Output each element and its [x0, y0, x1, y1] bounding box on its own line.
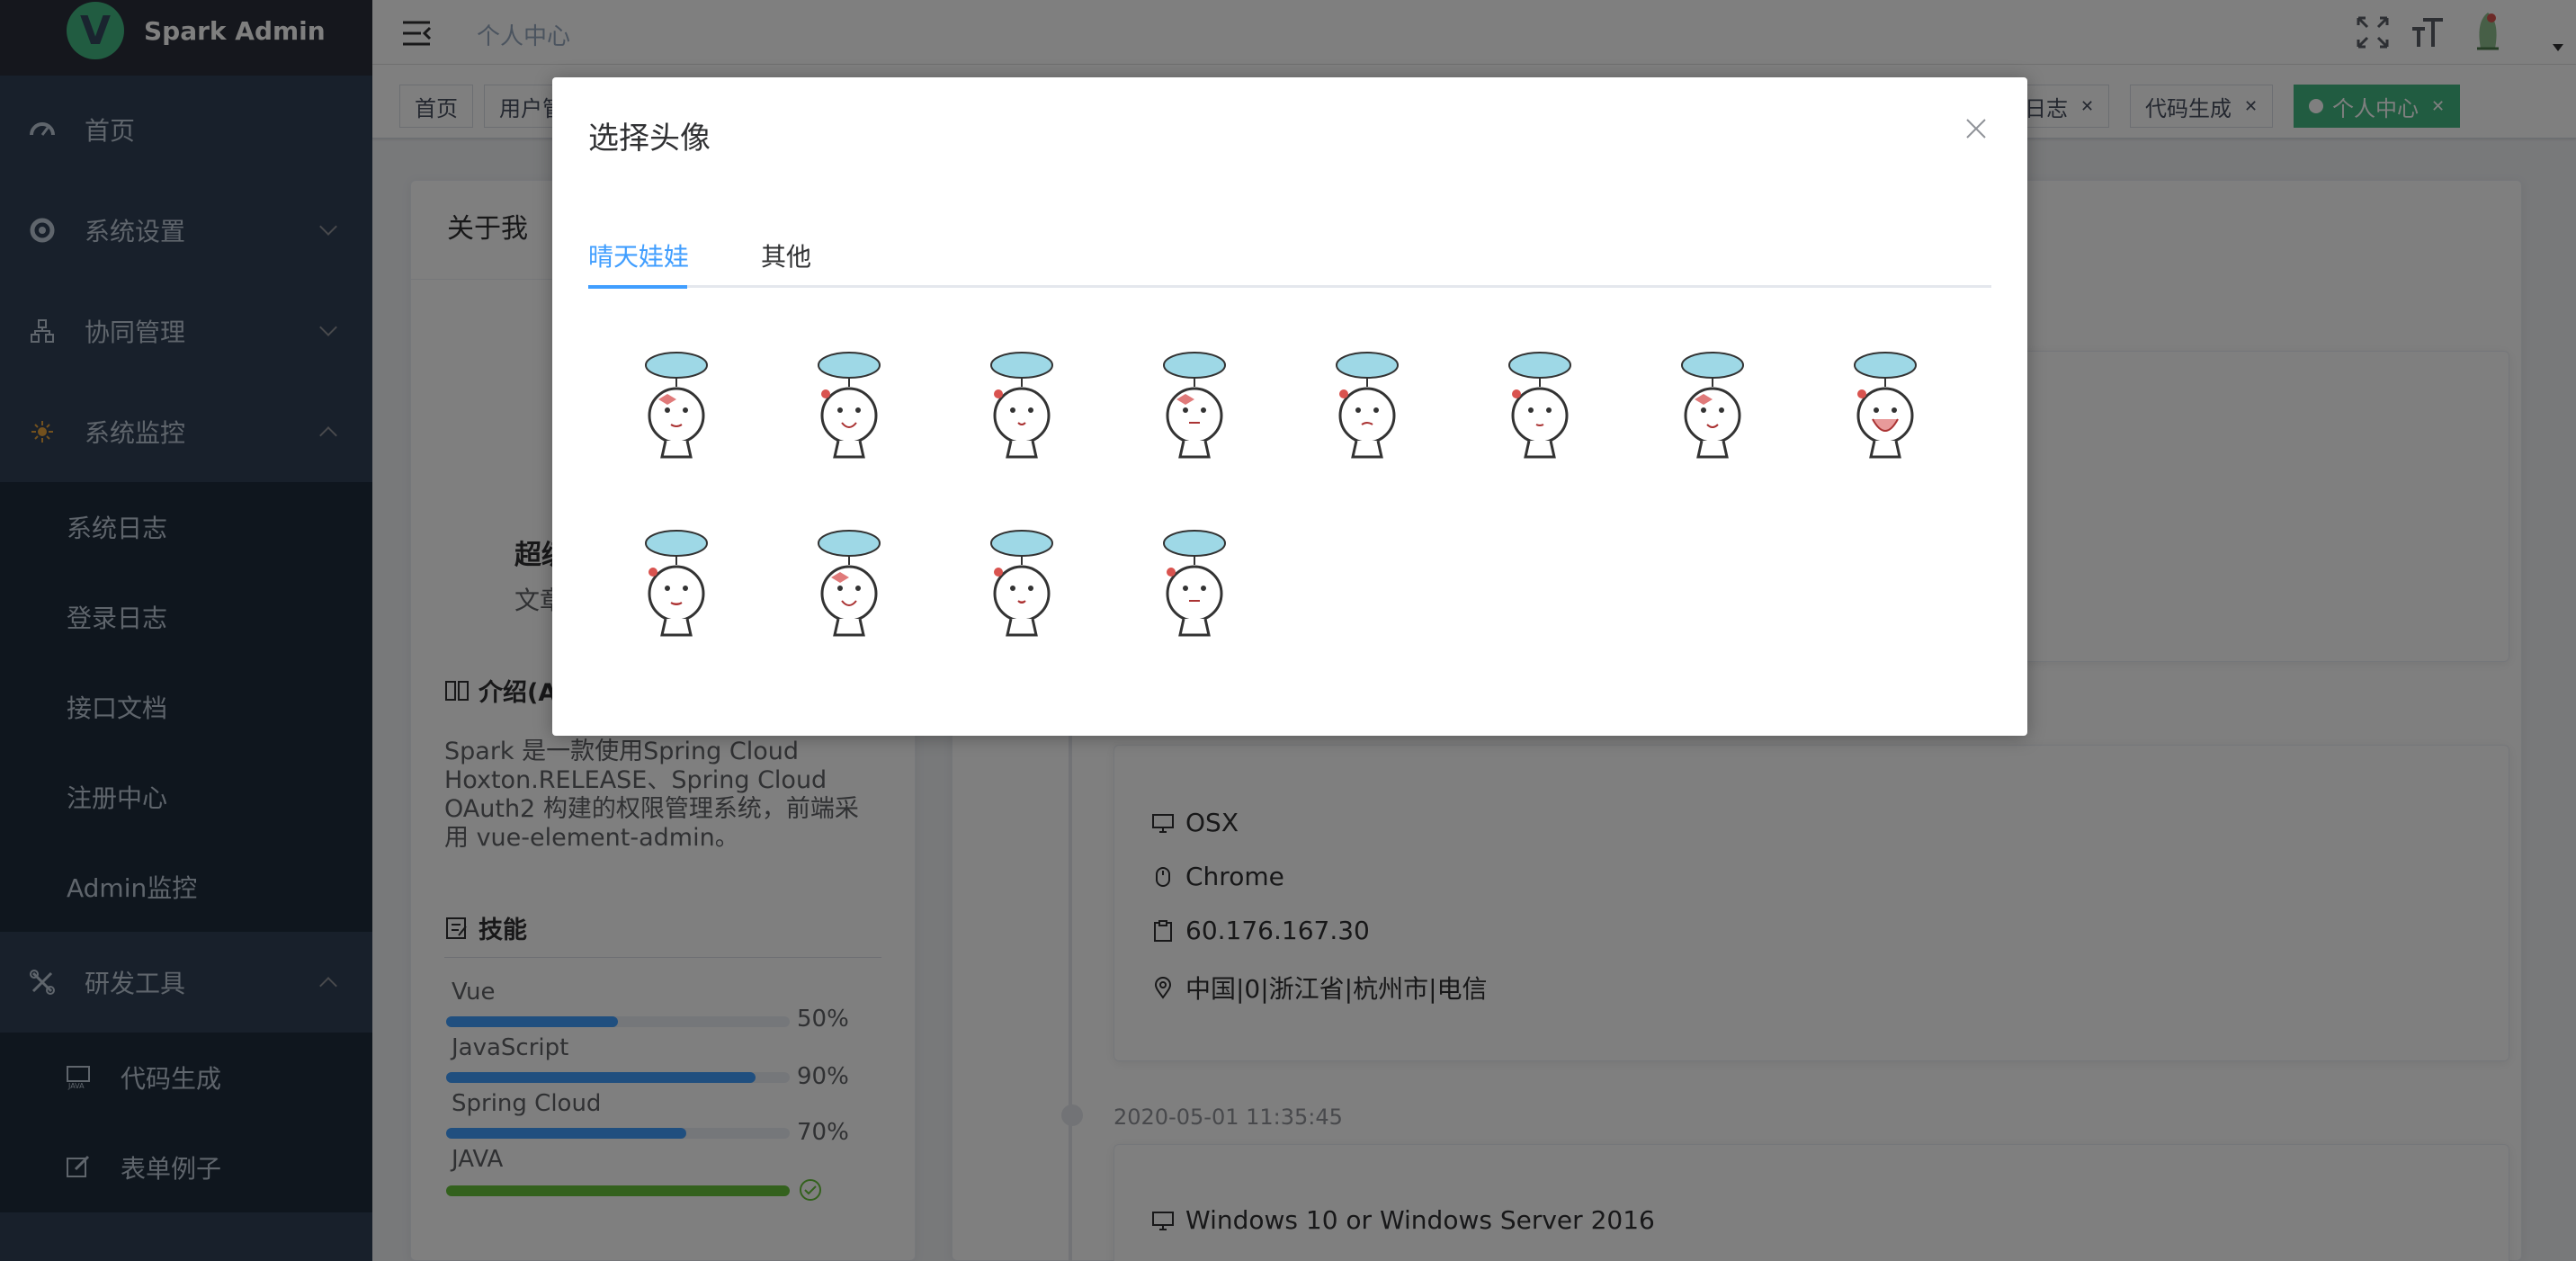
avatar-option[interactable] [977, 525, 1067, 642]
close-icon[interactable] [1964, 117, 1988, 140]
avatar-option[interactable] [1149, 347, 1239, 464]
avatar-option[interactable] [1668, 347, 1758, 464]
avatar-option[interactable] [977, 347, 1067, 464]
app-root: V Spark Admin 首页 系统设置 协同管理 [0, 0, 2576, 1261]
tab-other[interactable]: 其他 [761, 237, 811, 288]
avatar-option[interactable] [631, 347, 721, 464]
dialog-title: 选择头像 [588, 121, 711, 157]
avatar-option[interactable] [1322, 347, 1412, 464]
tab-sunny-doll[interactable]: 晴天娃娃 [588, 237, 689, 288]
avatar-tabs: 晴天娃娃 其他 [588, 237, 1991, 289]
active-tab-indicator [588, 285, 687, 289]
avatar-option[interactable] [804, 525, 894, 642]
avatar-option[interactable] [1840, 347, 1930, 464]
avatar-option[interactable] [1149, 525, 1239, 642]
avatar-option[interactable] [1495, 347, 1585, 464]
avatar-picker-dialog: 选择头像 晴天娃娃 其他 [552, 77, 2027, 736]
avatar-option[interactable] [631, 525, 721, 642]
avatar-option[interactable] [804, 347, 894, 464]
